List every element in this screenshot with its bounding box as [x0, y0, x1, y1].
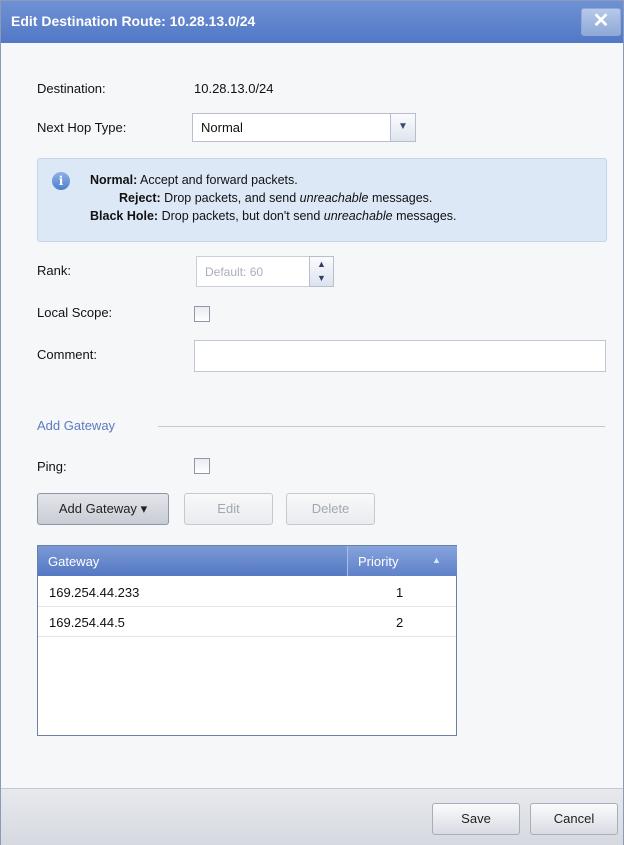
table-header: Gateway Priority ▲ — [38, 546, 457, 576]
cancel-button[interactable]: Cancel — [530, 803, 618, 835]
rank-placeholder: Default: 60 — [205, 265, 264, 279]
delete-button[interactable]: Delete — [286, 493, 375, 525]
info-reject-line: Reject: Drop packets, and send unreachab… — [119, 191, 433, 205]
rank-label: Rank: — [37, 263, 71, 278]
edit-button[interactable]: Edit — [184, 493, 273, 525]
section-divider — [158, 426, 605, 427]
add-gateway-button[interactable]: Add Gateway ▾ — [37, 493, 169, 525]
table-row[interactable]: 169.254.44.5 2 — [38, 607, 456, 637]
cancel-button-label: Cancel — [553, 811, 595, 826]
next-hop-info-box: i Normal: Accept and forward packets. Re… — [37, 158, 607, 242]
sort-ascending-icon: ▲ — [432, 555, 441, 565]
edit-button-label: Edit — [217, 501, 240, 516]
gateway-cell: 169.254.44.5 — [49, 615, 125, 630]
next-hop-type-select[interactable]: Normal ▼ — [192, 113, 416, 142]
rank-spinner[interactable]: ▲ ▼ — [309, 256, 334, 287]
comment-label: Comment: — [37, 347, 97, 362]
rank-input[interactable]: Default: 60 — [196, 256, 310, 287]
close-icon: ✕ — [592, 10, 610, 32]
chevron-down-icon[interactable]: ▼ — [390, 114, 415, 141]
table-row[interactable]: 169.254.44.233 1 — [38, 577, 456, 607]
ping-label: Ping: — [37, 459, 67, 474]
destination-value: 10.28.13.0/24 — [194, 81, 274, 96]
local-scope-checkbox[interactable] — [194, 306, 210, 322]
dialog-footer: Save Cancel — [1, 788, 623, 845]
priority-header-label: Priority — [358, 554, 399, 569]
column-header-priority[interactable]: Priority ▲ — [347, 546, 457, 576]
ping-checkbox[interactable] — [194, 458, 210, 474]
gateway-table: Gateway Priority ▲ 169.254.44.233 1 169.… — [37, 545, 457, 736]
spin-down-icon[interactable]: ▼ — [310, 271, 333, 285]
column-header-gateway[interactable]: Gateway — [48, 554, 99, 569]
caret-down-icon: ▾ — [140, 501, 148, 516]
info-normal-line: Normal: Accept and forward packets. — [90, 173, 298, 187]
edit-destination-route-dialog: Edit Destination Route: 10.28.13.0/24 ✕ … — [0, 0, 624, 845]
dialog-titlebar: Edit Destination Route: 10.28.13.0/24 ✕ — [1, 1, 623, 43]
save-button[interactable]: Save — [432, 803, 520, 835]
add-gateway-section-title: Add Gateway — [37, 418, 116, 433]
spin-up-icon[interactable]: ▲ — [310, 257, 333, 271]
delete-button-label: Delete — [311, 501, 350, 516]
info-icon: i — [52, 172, 70, 190]
priority-cell: 2 — [396, 615, 404, 630]
save-button-label: Save — [461, 811, 491, 826]
info-blackhole-line: Black Hole: Drop packets, but don't send… — [90, 209, 457, 223]
close-button[interactable]: ✕ — [581, 8, 621, 36]
destination-label: Destination: — [37, 81, 106, 96]
next-hop-type-label: Next Hop Type: — [37, 120, 127, 135]
dialog-title: Edit Destination Route: 10.28.13.0/24 — [11, 13, 256, 29]
next-hop-type-value: Normal — [201, 120, 243, 135]
priority-cell: 1 — [396, 585, 404, 600]
add-gateway-button-label: Add Gateway — [58, 501, 137, 516]
local-scope-label: Local Scope: — [37, 305, 113, 320]
gateway-cell: 169.254.44.233 — [49, 585, 140, 600]
comment-input[interactable] — [194, 340, 606, 372]
